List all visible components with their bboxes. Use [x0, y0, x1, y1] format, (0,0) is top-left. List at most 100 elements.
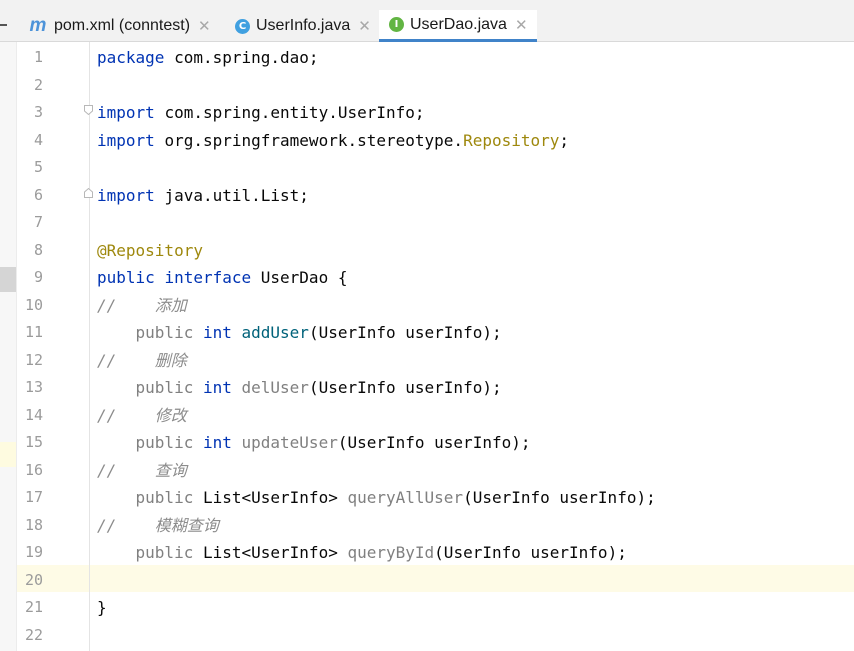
- line-number: 9: [33, 268, 43, 286]
- tab-label: UserInfo.java: [256, 17, 351, 34]
- code-token: interface: [164, 268, 261, 287]
- code-line[interactable]: 19 public List<UserInfo> queryById(UserI…: [0, 539, 854, 566]
- line-number: 20: [24, 570, 43, 589]
- code-token: 模糊查询: [154, 515, 219, 535]
- line-number: 6: [33, 185, 43, 204]
- code-token: com.spring.dao;: [174, 48, 319, 67]
- code-token: //: [97, 295, 155, 315]
- code-token: queryAllUser: [347, 488, 464, 507]
- code-line[interactable]: 2: [0, 72, 854, 99]
- line-number: 22: [24, 625, 43, 644]
- code-token: java.util.List;: [164, 185, 309, 205]
- code-token: queryById: [347, 543, 435, 562]
- code-text: @Repository: [97, 237, 203, 264]
- code-line[interactable]: 20: [0, 567, 854, 594]
- line-number: 2: [33, 75, 43, 94]
- code-token: (UserInfo userInfo);: [463, 488, 656, 507]
- code-line[interactable]: 3 import com.spring.entity.UserInfo;: [0, 99, 854, 126]
- code-token: //: [97, 460, 155, 480]
- code-token: org.springframework.stereotype.: [164, 130, 464, 150]
- maven-icon: m: [29, 15, 47, 36]
- tab-pom-xml[interactable]: m pom.xml (conntest) ✕: [26, 10, 222, 42]
- code-token: Repository: [463, 130, 560, 150]
- code-line[interactable]: 7: [0, 209, 854, 236]
- code-token: public: [97, 378, 203, 397]
- code-line[interactable]: 17 public List<UserInfo> queryAllUser(Us…: [0, 484, 854, 511]
- code-token: updateUser: [241, 433, 338, 452]
- code-token: (UserInfo userInfo);: [337, 433, 531, 452]
- editor-tab-bar: m pom.xml (conntest) ✕ C UserInfo.java ✕…: [0, 0, 854, 42]
- collapse-icon[interactable]: [0, 24, 7, 26]
- code-text: package com.spring.dao;: [97, 44, 319, 71]
- code-line[interactable]: 8 @Repository: [0, 237, 854, 264]
- line-number: 8: [33, 240, 43, 259]
- code-text: // 添加: [97, 292, 187, 319]
- code-text: // 查询: [97, 457, 187, 484]
- code-text: public int addUser(UserInfo userInfo);: [97, 319, 502, 346]
- line-number: 14: [24, 405, 43, 424]
- line-number: 16: [24, 460, 43, 479]
- class-icon: C: [235, 18, 250, 34]
- code-line[interactable]: 11 public int addUser(UserInfo userInfo)…: [0, 319, 854, 346]
- code-text: public List<UserInfo> queryAllUser(UserI…: [97, 484, 656, 511]
- code-line[interactable]: 10 // 添加: [0, 292, 854, 319]
- code-line[interactable]: 12 // 删除: [0, 347, 854, 374]
- code-text: }: [97, 594, 107, 621]
- code-line[interactable]: 4 import org.springframework.stereotype.R…: [0, 127, 854, 154]
- code-token: import: [97, 185, 165, 205]
- code-token: import: [97, 103, 165, 122]
- code-line[interactable]: 5: [0, 154, 854, 181]
- code-token: List<UserInfo>: [202, 488, 348, 507]
- code-text: // 模糊查询: [97, 512, 219, 539]
- tab-userinfo-java[interactable]: C UserInfo.java ✕: [230, 10, 376, 42]
- close-icon[interactable]: ✕: [198, 17, 211, 35]
- code-token: ;: [559, 130, 570, 150]
- code-token: (UserInfo userInfo);: [308, 323, 502, 342]
- fold-start-icon[interactable]: [84, 105, 93, 115]
- code-text: public int delUser(UserInfo userInfo);: [97, 374, 502, 401]
- code-token: addUser: [241, 323, 309, 342]
- code-token: int: [202, 378, 242, 397]
- code-token: int: [202, 433, 242, 452]
- line-number: 10: [24, 295, 43, 314]
- code-token: int: [202, 323, 242, 342]
- fold-end-icon[interactable]: [84, 188, 93, 198]
- code-token: 查询: [154, 460, 187, 480]
- code-text: // 修改: [97, 402, 187, 429]
- code-line[interactable]: 16 // 查询: [0, 457, 854, 484]
- code-token: 添加: [154, 295, 187, 315]
- code-line[interactable]: 14 // 修改: [0, 402, 854, 429]
- line-number: 1: [33, 48, 43, 66]
- code-line[interactable]: 21}: [0, 594, 854, 621]
- close-icon[interactable]: ✕: [358, 17, 371, 35]
- line-number: 3: [33, 103, 43, 121]
- code-token: com.spring.entity.UserInfo;: [164, 103, 425, 122]
- code-token: public: [97, 268, 165, 287]
- line-number: 18: [24, 515, 43, 534]
- code-line[interactable]: 6 import java.util.List;: [0, 182, 854, 209]
- code-token: //: [97, 405, 155, 425]
- code-line[interactable]: 22: [0, 622, 854, 649]
- line-number: 5: [33, 158, 43, 176]
- close-icon[interactable]: ✕: [515, 16, 528, 34]
- line-number: 15: [24, 433, 43, 451]
- code-token: public: [97, 323, 203, 342]
- code-line[interactable]: 1 package com.spring.dao;: [0, 44, 854, 71]
- code-token: List<UserInfo>: [202, 543, 348, 562]
- code-token: }: [97, 598, 107, 617]
- line-number: 7: [33, 213, 43, 231]
- code-token: import: [97, 130, 165, 150]
- tab-label: UserDao.java: [410, 15, 507, 33]
- code-token: public: [97, 433, 203, 452]
- code-token: delUser: [241, 378, 309, 397]
- line-number: 19: [24, 543, 43, 561]
- code-line[interactable]: 13 public int delUser(UserInfo userInfo)…: [0, 374, 854, 401]
- code-line[interactable]: 18 // 模糊查询: [0, 512, 854, 539]
- tab-userdao-java[interactable]: I UserDao.java ✕: [379, 10, 537, 42]
- code-line[interactable]: 15 public int updateUser(UserInfo userIn…: [0, 429, 854, 456]
- code-line[interactable]: 9 public interface UserDao {: [0, 264, 854, 291]
- line-number: 12: [24, 350, 43, 369]
- code-token: //: [97, 515, 155, 535]
- code-token: public: [97, 488, 203, 507]
- code-token: 删除: [154, 350, 187, 370]
